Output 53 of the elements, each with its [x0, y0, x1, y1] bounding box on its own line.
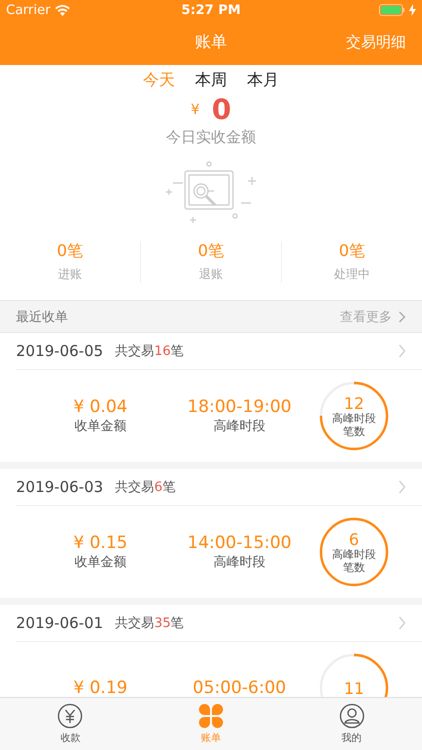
tab-bar-item[interactable]: 收款 — [0, 698, 141, 750]
peak-count-caption: 高峰时段笔数 — [331, 548, 377, 574]
amount-value: ¥ 0.04 — [73, 397, 128, 417]
transaction-count: 共交易6笔 — [115, 479, 176, 496]
tab-bar-item[interactable]: 我的 — [281, 698, 422, 750]
peak-count-caption: 高峰时段笔数 — [331, 412, 377, 438]
chevron-icon — [398, 480, 406, 494]
transaction-count: 共交易35笔 — [115, 615, 184, 632]
period-tab[interactable]: 本周 — [195, 70, 227, 91]
clover-icon — [198, 703, 224, 729]
chevron-icon — [398, 344, 406, 358]
yen-icon — [57, 703, 84, 729]
page-title: 账单 — [195, 32, 227, 53]
peak-time: 14:00-15:00 — [187, 533, 292, 553]
stat-label: 进账 — [58, 266, 82, 283]
peak-time: 05:00-6:00 — [192, 678, 286, 698]
stat-label: 退账 — [199, 266, 223, 283]
progress-ring — [320, 518, 388, 586]
amount-value: ¥ 0.15 — [73, 533, 128, 553]
status-time: 5:27 PM — [180, 2, 242, 18]
stat-value: 0笔 — [338, 241, 366, 262]
chevron-icon — [398, 616, 406, 630]
day-card[interactable]: 2019-06-03 共交易6笔 ¥ 0.15 收单金额 14:00-15:00 高峰时段 6 高峰时段笔数 — [0, 469, 422, 598]
transaction-count: 共交易16笔 — [115, 343, 184, 360]
date-label: 2019-06-03 — [16, 478, 104, 496]
peak-caption: 高峰时段 — [213, 418, 266, 435]
stat-value: 0笔 — [198, 241, 224, 262]
wifi-icon — [55, 4, 70, 16]
charging-icon — [409, 4, 416, 16]
user-icon — [338, 703, 365, 729]
amount-caption: 收单金额 — [74, 554, 126, 571]
chevron-icon — [398, 310, 406, 322]
date-label: 2019-06-05 — [16, 342, 104, 360]
carrier-name: Carrier — [6, 2, 50, 18]
day-card[interactable]: 2019-06-01 共交易35笔 ¥ 0.19 05:00-6:00 11 — [0, 605, 422, 698]
peak-count: 11 — [344, 678, 364, 698]
day-card[interactable]: 2019-06-05 共交易16笔 ¥ 0.04 收单金额 18:00-19:00 高峰时段 12 高峰时段笔数 — [0, 333, 422, 462]
stat-value: 0笔 — [56, 241, 84, 262]
peak-count: 6 — [348, 530, 360, 549]
period-tab[interactable]: 本月 — [247, 70, 279, 91]
peak-time: 18:00-19:00 — [187, 397, 292, 417]
progress-ring — [320, 382, 388, 450]
peak-count: 12 — [344, 394, 364, 413]
date-label: 2019-06-01 — [16, 614, 104, 632]
total-amount: 0 — [212, 93, 232, 126]
stat-label: 处理中 — [334, 266, 370, 283]
battery-icon — [379, 4, 405, 16]
amount-label: 今日实收金额 — [0, 126, 422, 147]
amount-value: ¥ 0.19 — [73, 678, 128, 698]
section-title: 最近收单 — [16, 308, 68, 326]
peak-caption: 高峰时段 — [213, 554, 266, 571]
amount-caption: 收单金额 — [74, 418, 126, 435]
currency-sign: ¥ — [190, 102, 200, 118]
